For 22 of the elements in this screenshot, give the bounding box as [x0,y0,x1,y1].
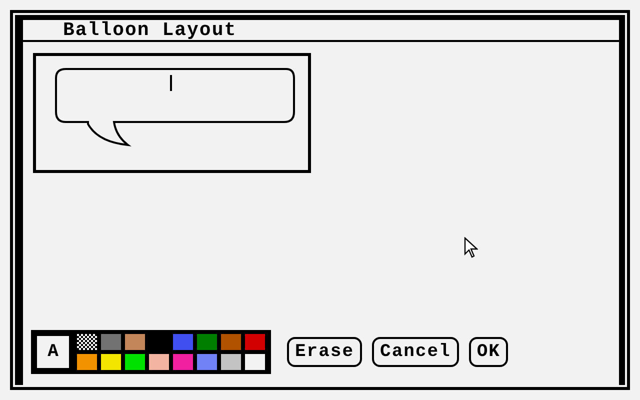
color-swatch[interactable] [197,354,217,370]
cancel-button[interactable]: Cancel [372,337,459,367]
erase-button[interactable]: Erase [287,337,362,367]
color-swatch[interactable] [221,334,241,350]
text-color-button[interactable]: A [37,336,69,368]
color-swatch[interactable] [245,354,265,370]
color-swatch[interactable] [221,354,241,370]
color-swatch[interactable] [101,334,121,350]
color-swatch[interactable] [149,354,169,370]
pattern-swatch[interactable] [77,334,97,350]
color-swatch[interactable] [173,354,193,370]
color-swatch[interactable] [77,354,97,370]
color-swatch[interactable] [197,334,217,350]
color-swatch[interactable] [245,334,265,350]
mouse-pointer-icon [464,237,478,259]
color-swatch[interactable] [101,354,121,370]
window-title: Balloon Layout [63,19,237,41]
color-swatch[interactable] [125,354,145,370]
color-swatch[interactable] [125,334,145,350]
text-cursor-icon [170,75,172,91]
ok-button[interactable]: OK [468,337,508,367]
color-swatch[interactable] [173,334,193,350]
